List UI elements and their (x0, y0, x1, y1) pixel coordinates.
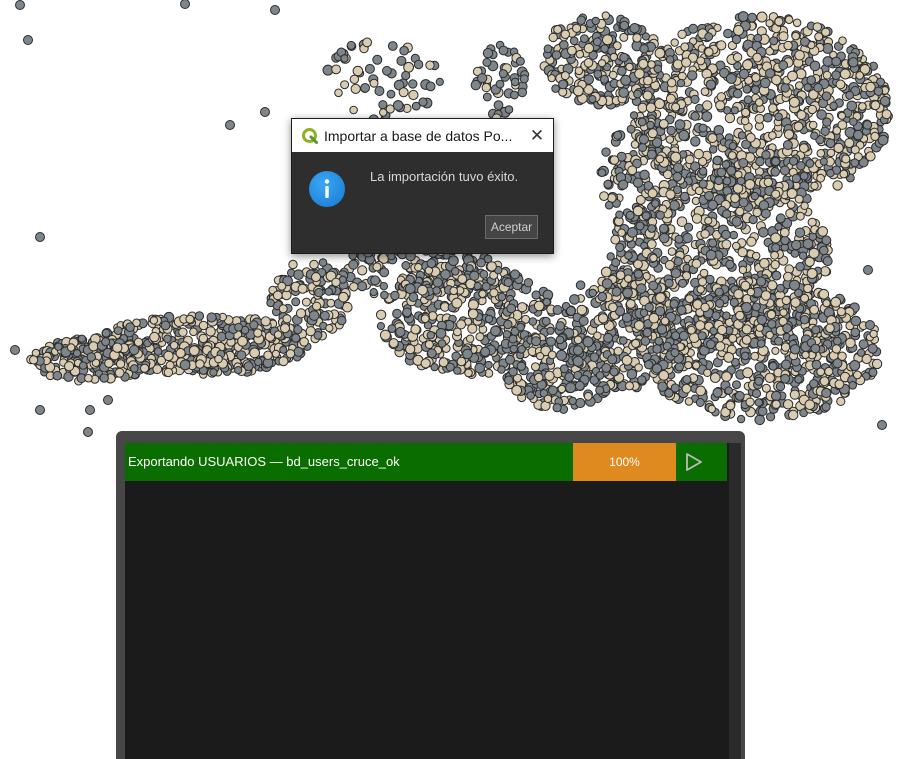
task-label: Exportando USUARIOS — bd_users_cruce_ok (128, 454, 400, 469)
import-success-dialog: Importar a base de datos Po... ✕ La impo… (291, 118, 554, 254)
dialog-title: Importar a base de datos Po... (324, 127, 513, 144)
task-progress: 100% (573, 443, 676, 481)
qgis-icon (302, 127, 318, 144)
task-manager-panel: Exportando USUARIOS — bd_users_cruce_ok … (116, 431, 745, 759)
dialog-message: La importación tuvo éxito. (370, 169, 519, 184)
task-list: Exportando USUARIOS — bd_users_cruce_ok … (125, 443, 741, 759)
accept-button[interactable]: Aceptar (485, 215, 538, 239)
task-row[interactable]: Exportando USUARIOS — bd_users_cruce_ok … (125, 443, 727, 481)
close-icon[interactable]: ✕ (521, 119, 553, 152)
dialog-titlebar[interactable]: Importar a base de datos Po... ✕ (292, 119, 553, 152)
play-icon[interactable] (682, 449, 706, 475)
task-list-scrollbar[interactable] (729, 443, 741, 759)
info-icon (309, 171, 345, 207)
